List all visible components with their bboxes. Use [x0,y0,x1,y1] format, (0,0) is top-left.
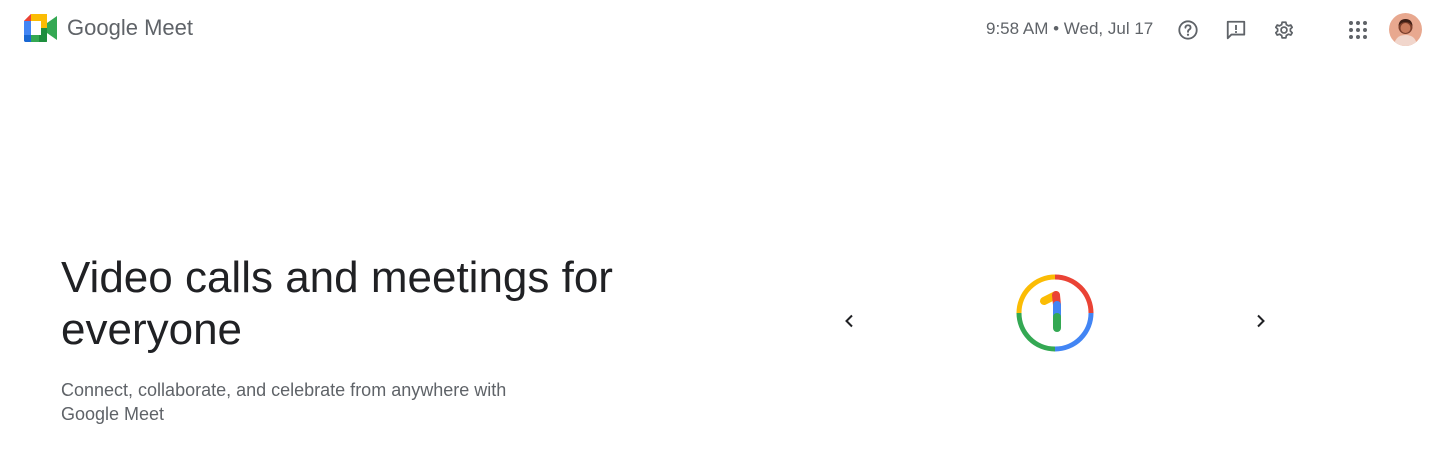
hero-title: Video calls and meetings for everyone [61,253,613,354]
chevron-left-icon [845,314,853,328]
google-apps-button[interactable] [1338,10,1378,50]
help-circle-icon [1178,20,1198,40]
carousel-previous-button[interactable] [830,301,870,341]
brand-product-text: Meet [144,15,193,40]
carousel-next-button[interactable] [1240,301,1280,341]
help-button[interactable] [1168,10,1208,50]
top-bar: Google Meet 9:58 AM • Wed, Jul 17 [0,0,1440,60]
gear-icon [1274,21,1294,39]
chevron-right-icon [1257,314,1265,328]
avatar-photo [1389,13,1422,46]
hero-subtitle: Connect, collaborate, and celebrate from… [61,380,507,424]
google-meet-logo-link[interactable]: Google Meet [23,13,193,43]
google-one-icon [1016,274,1094,352]
account-avatar[interactable] [1389,13,1422,46]
apps-grid-icon [1349,21,1367,39]
feedback-button[interactable] [1216,10,1256,50]
current-datetime: 9:58 AM • Wed, Jul 17 [986,19,1154,38]
settings-button[interactable] [1264,10,1304,50]
brand-name: Google Meet [67,13,193,43]
meet-logo-icon [24,14,57,42]
brand-google-text: Google [67,15,138,40]
feedback-icon [1226,20,1246,40]
